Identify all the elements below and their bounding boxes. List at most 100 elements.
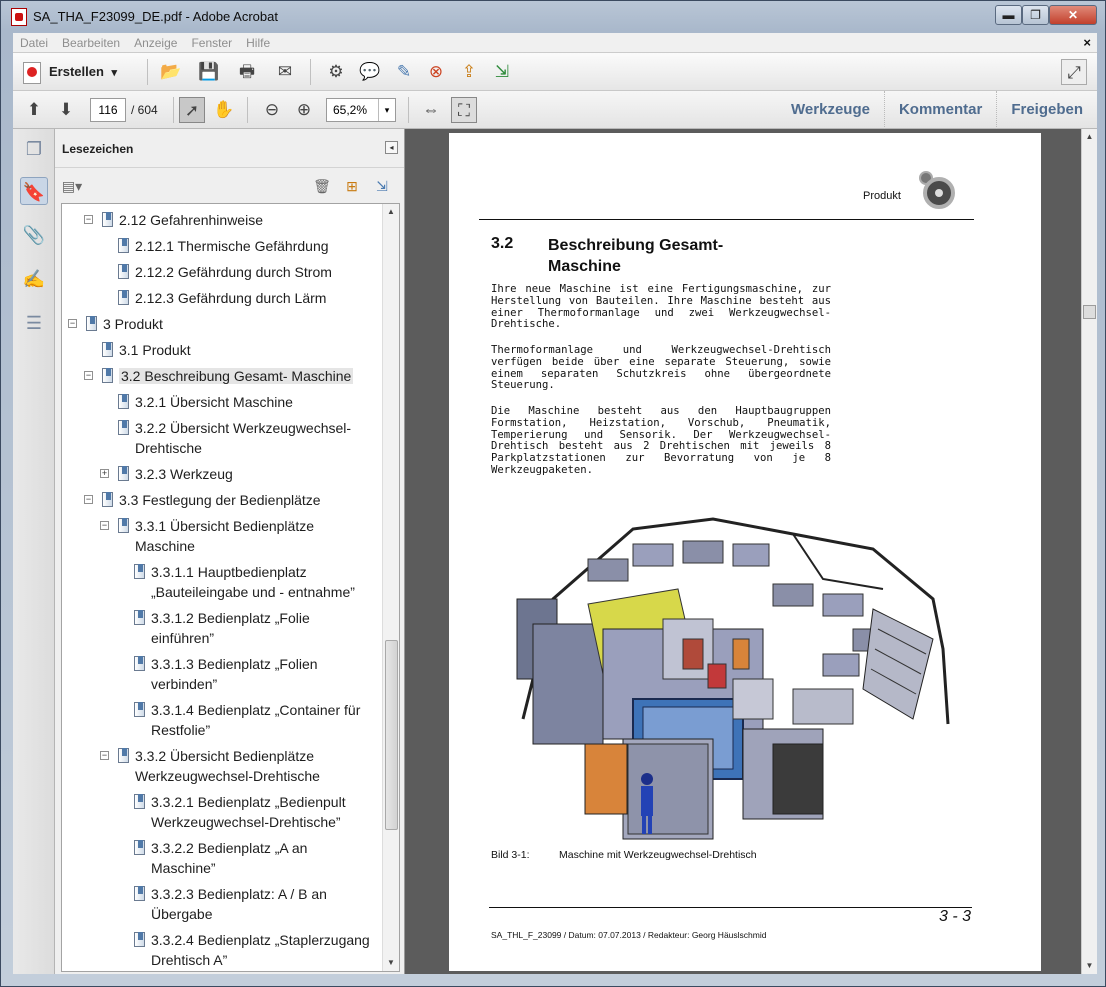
page-number-input[interactable]: 116 bbox=[90, 98, 126, 122]
bookmark-item[interactable]: − 3.3.1 Übersicht Bedienplätze Maschine bbox=[100, 516, 314, 556]
bookmark-icon bbox=[118, 264, 129, 279]
close-window-button[interactable]: ✕ bbox=[1049, 5, 1097, 25]
menu-fenster[interactable]: Fenster bbox=[184, 33, 239, 53]
bookmark-item[interactable]: 3.2.2 Übersicht Werkzeugwechsel- Drehtis… bbox=[118, 418, 351, 458]
expand-bookmark-icon[interactable]: ⇲ bbox=[371, 177, 393, 195]
bookmark-icon bbox=[102, 342, 113, 357]
expand-toggle-icon[interactable]: + bbox=[100, 469, 109, 478]
gear-logo-icon bbox=[923, 177, 955, 209]
comment-bubble-icon[interactable]: 💬 bbox=[357, 59, 383, 85]
bookmarks-title: Lesezeichen bbox=[62, 142, 134, 156]
bookmark-item[interactable]: − 2.12 Gefahrenhinweise bbox=[84, 210, 263, 230]
options-menu-icon[interactable]: ▤▾ bbox=[61, 177, 83, 195]
bookmark-item[interactable]: 3.2.1 Übersicht Maschine bbox=[118, 392, 293, 412]
hand-tool-icon[interactable]: ✋ bbox=[211, 97, 237, 123]
print-icon[interactable]: 🖶 bbox=[234, 59, 260, 85]
figure-caption-number: Bild 3-1: bbox=[491, 849, 530, 861]
bookmark-item[interactable]: 2.12.1 Thermische Gefährdung bbox=[118, 236, 329, 256]
next-page-icon[interactable]: ⬇ bbox=[53, 97, 79, 123]
bookmark-icon bbox=[134, 656, 145, 671]
signatures-icon[interactable]: ✍ bbox=[20, 265, 48, 293]
scroll-down-icon[interactable]: ▼ bbox=[383, 955, 399, 971]
bookmark-item-selected[interactable]: − 3.2 Beschreibung Gesamt- Maschine bbox=[84, 366, 354, 386]
scrollbar-thumb[interactable] bbox=[1083, 305, 1096, 319]
page-thumbnails-icon[interactable]: ❐ bbox=[20, 135, 48, 163]
scroll-up-icon[interactable]: ▲ bbox=[383, 204, 399, 220]
bookmark-item[interactable]: 3.1 Produkt bbox=[102, 340, 191, 360]
share-link[interactable]: Freigeben bbox=[996, 91, 1097, 129]
menu-anzeige[interactable]: Anzeige bbox=[127, 33, 184, 53]
bookmark-item[interactable]: 3.3.2.4 Bedienplatz „Staplerzugang Dreht… bbox=[134, 930, 370, 970]
bookmark-item[interactable]: 3.3.2.2 Bedienplatz „A an Maschine” bbox=[134, 838, 307, 878]
reject-document-icon[interactable]: ⊗ bbox=[423, 59, 449, 85]
bookmark-item[interactable]: 3.3.1.4 Bedienplatz „Container für Restf… bbox=[134, 700, 360, 740]
model-tree-icon[interactable]: ☰ bbox=[20, 309, 48, 337]
menu-datei[interactable]: Datei bbox=[13, 33, 55, 53]
scroll-down-icon[interactable]: ▼ bbox=[1082, 958, 1097, 974]
attachments-paperclip-icon[interactable]: 📎 bbox=[20, 221, 48, 249]
close-document-button[interactable]: × bbox=[1083, 35, 1091, 50]
bookmark-item[interactable]: − 3 Produkt bbox=[68, 314, 163, 334]
minimize-button[interactable]: ▬ bbox=[995, 5, 1022, 25]
tools-link[interactable]: Werkzeuge bbox=[777, 91, 884, 129]
document-scrollbar[interactable]: ▲ ▼ bbox=[1081, 129, 1097, 974]
zoom-value: 65,2% bbox=[333, 103, 368, 117]
share-document-icon[interactable]: ⇲ bbox=[489, 59, 515, 85]
bookmark-item[interactable]: 3.3.2.3 Bedienplatz: A / B an Übergabe bbox=[134, 884, 327, 924]
open-folder-icon[interactable]: 📂 bbox=[158, 59, 184, 85]
bookmarks-icon[interactable]: 🔖 bbox=[20, 177, 48, 205]
bookmark-item[interactable]: − 3.3 Festlegung der Bedienplätze bbox=[84, 490, 321, 510]
chevron-down-icon[interactable]: ▾ bbox=[378, 99, 395, 121]
email-icon[interactable]: ✉ bbox=[272, 59, 298, 85]
collapse-toggle-icon[interactable]: − bbox=[100, 521, 109, 530]
select-tool-icon[interactable]: ➚ bbox=[179, 97, 205, 123]
bookmark-item[interactable]: 2.12.2 Gefährdung durch Strom bbox=[118, 262, 332, 282]
collapse-panel-icon[interactable]: ◂ bbox=[385, 141, 398, 154]
export-document-icon[interactable]: ⇪ bbox=[456, 59, 482, 85]
bookmark-label-line2: Drehtisch A” bbox=[151, 952, 228, 968]
bookmarks-toolbar: ▤▾ 🗑 ⊞ ⇲ bbox=[55, 167, 404, 203]
bookmark-icon bbox=[134, 886, 145, 901]
bookmark-item[interactable]: 3.3.1.1 Hauptbedienplatz „Bauteileingabe… bbox=[134, 562, 355, 602]
bookmark-item[interactable]: 3.3.1.3 Bedienplatz „Folien verbinden” bbox=[134, 654, 318, 694]
bookmark-icon bbox=[102, 492, 113, 507]
zoom-in-icon[interactable]: ⊕ bbox=[291, 97, 317, 123]
bookmark-item[interactable]: 2.12.3 Gefährdung durch Lärm bbox=[118, 288, 326, 308]
collapse-toggle-icon[interactable]: − bbox=[68, 319, 77, 328]
scrollbar-thumb[interactable] bbox=[385, 640, 398, 830]
bookmark-label: 2.12.2 Gefährdung durch Strom bbox=[135, 264, 332, 280]
comment-link[interactable]: Kommentar bbox=[883, 91, 996, 129]
save-icon[interactable]: 💾 bbox=[196, 59, 222, 85]
scroll-up-icon[interactable]: ▲ bbox=[1082, 129, 1097, 145]
bookmark-label-line2: verbinden” bbox=[151, 676, 218, 692]
menu-hilfe[interactable]: Hilfe bbox=[239, 33, 277, 53]
create-button[interactable]: Erstellen ▾ bbox=[23, 59, 117, 85]
menu-bearbeiten[interactable]: Bearbeiten bbox=[55, 33, 127, 53]
bookmark-label: 3.3.1.2 Bedienplatz „Folie bbox=[151, 610, 310, 626]
maximize-button[interactable]: ❐ bbox=[1022, 5, 1049, 25]
bookmark-label-line2: Drehtische bbox=[135, 440, 202, 456]
bookmark-item[interactable]: 3.3.1.2 Bedienplatz „Folie einführen” bbox=[134, 608, 310, 648]
collapse-toggle-icon[interactable]: − bbox=[84, 215, 93, 224]
collapse-toggle-icon[interactable]: − bbox=[84, 371, 93, 380]
fit-page-icon[interactable]: ⛶ bbox=[451, 97, 477, 123]
bookmark-item[interactable]: − 3.3.2 Übersicht Bedienplätze Werkzeugw… bbox=[100, 746, 320, 786]
collapse-toggle-icon[interactable]: − bbox=[84, 495, 93, 504]
collapse-toggle-icon[interactable]: − bbox=[100, 751, 109, 760]
fullscreen-icon[interactable]: ⤢ bbox=[1061, 59, 1087, 85]
settings-gear-icon[interactable]: ⚙ bbox=[323, 59, 349, 85]
bookmark-item[interactable]: + 3.2.3 Werkzeug bbox=[100, 464, 233, 484]
bookmark-item[interactable]: 3.3.2.1 Bedienplatz „Bedienpult Werkzeug… bbox=[134, 792, 346, 832]
previous-page-icon[interactable]: ⬆ bbox=[21, 97, 47, 123]
zoom-select[interactable]: 65,2% ▾ bbox=[326, 98, 396, 122]
sign-pen-icon[interactable]: ✎ bbox=[391, 59, 417, 85]
paragraph: Thermoformanlage und Werkzeugwechsel-Dre… bbox=[491, 344, 831, 392]
new-bookmark-icon[interactable]: ⊞ bbox=[341, 177, 363, 195]
bookmarks-scrollbar[interactable]: ▲ ▼ bbox=[382, 204, 399, 971]
zoom-out-icon[interactable]: ⊖ bbox=[259, 97, 285, 123]
fit-width-icon[interactable]: ⇔ bbox=[418, 97, 444, 123]
delete-trash-icon[interactable]: 🗑 bbox=[311, 177, 333, 195]
toolbar-separator bbox=[310, 59, 311, 85]
bookmark-label: 3.3.1.1 Hauptbedienplatz bbox=[151, 564, 307, 580]
task-pane-links: Werkzeuge Kommentar Freigeben bbox=[777, 91, 1097, 129]
